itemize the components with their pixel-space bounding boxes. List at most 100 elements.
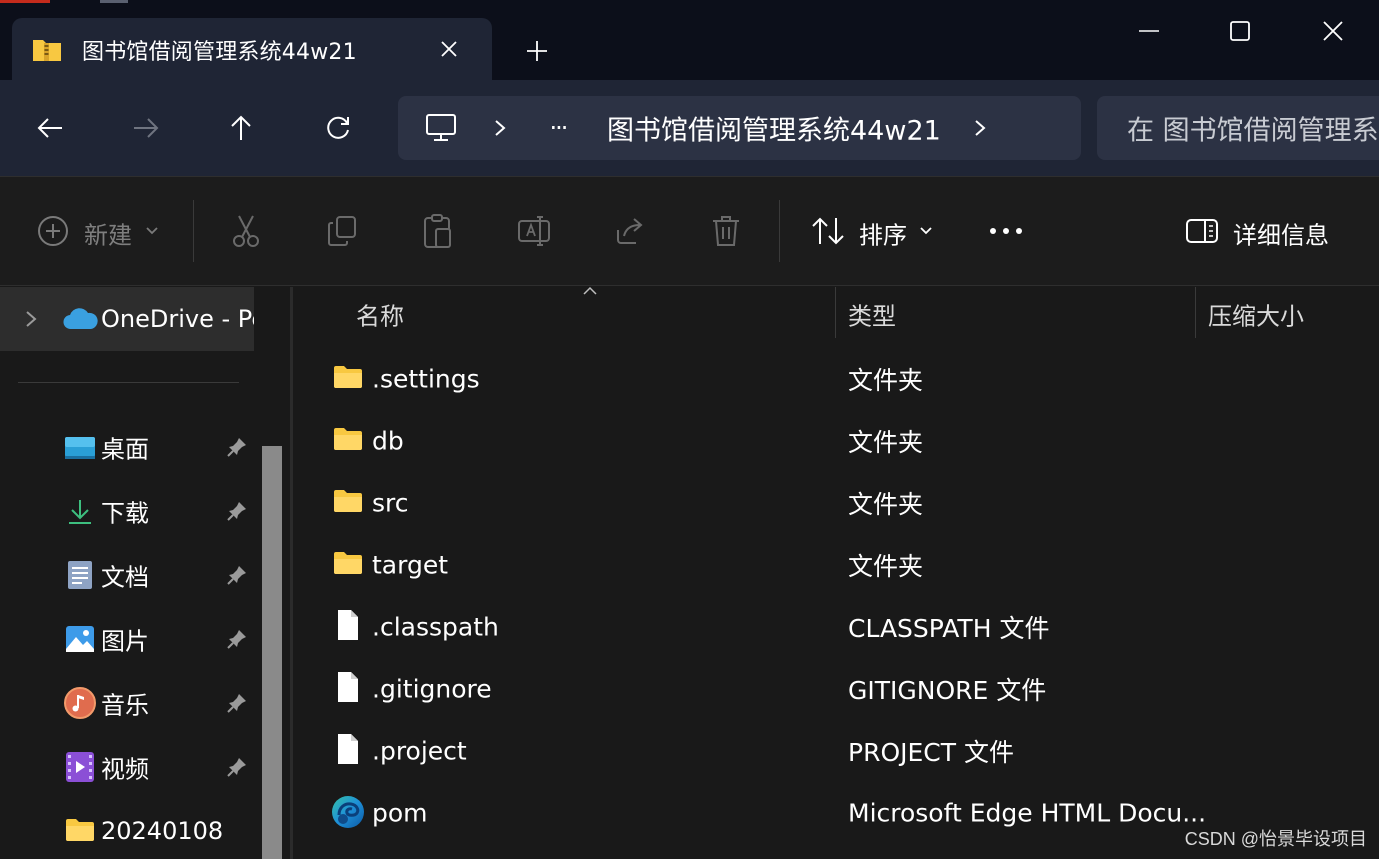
sidebar-item-20240108[interactable]: 20240108 xyxy=(0,800,254,859)
sidebar-item-downloads[interactable]: 下载 xyxy=(0,480,254,542)
copy-button[interactable] xyxy=(320,208,364,254)
sort-label: 排序 xyxy=(859,221,907,250)
up-button[interactable] xyxy=(221,108,261,148)
folder-icon xyxy=(334,428,362,450)
sidebar-item-label: 视频 xyxy=(101,755,149,784)
file-row[interactable] xyxy=(300,410,1379,470)
taskbar-strip xyxy=(100,0,128,3)
pin-icon[interactable] xyxy=(226,564,248,586)
scissors-icon xyxy=(233,215,259,247)
desktop-icon xyxy=(65,437,95,459)
this-pc-button[interactable] xyxy=(420,108,462,148)
sidebar-item-onedrive[interactable]: OneDrive - Personal xyxy=(0,287,254,351)
sort-arrows-icon xyxy=(812,217,844,245)
breadcrumb-overflow-button[interactable]: ··· xyxy=(538,108,578,148)
arrow-left-icon xyxy=(37,118,62,138)
file-name: target xyxy=(372,550,449,580)
file-name: src xyxy=(372,488,409,518)
pin-icon[interactable] xyxy=(226,500,248,522)
sidebar-item-pictures[interactable]: 图片 xyxy=(0,608,254,670)
edge-icon xyxy=(332,796,364,828)
file-name: pom xyxy=(372,798,428,828)
delete-button[interactable] xyxy=(704,208,748,254)
sidebar-item-music[interactable]: 音乐 xyxy=(0,672,254,734)
file-type: 文件夹 xyxy=(848,428,924,457)
back-button[interactable] xyxy=(30,108,70,148)
plus-icon xyxy=(527,41,547,61)
maximize-icon xyxy=(1230,21,1250,41)
sidebar-item-label: 图片 xyxy=(101,627,149,656)
chevron-right-icon xyxy=(975,120,986,136)
file-row[interactable] xyxy=(300,534,1379,594)
column-separator[interactable] xyxy=(1195,287,1196,338)
file-icon xyxy=(338,734,358,764)
close-icon xyxy=(1323,21,1343,41)
file-type: 文件夹 xyxy=(848,490,924,519)
minimize-button[interactable] xyxy=(1128,14,1170,48)
pane-splitter[interactable] xyxy=(290,287,293,859)
sidebar-item-videos[interactable]: 视频 xyxy=(0,736,254,798)
file-type: Microsoft Edge HTML Docu... xyxy=(848,798,1207,828)
cut-button[interactable] xyxy=(224,208,268,254)
folder-icon xyxy=(334,490,362,512)
pin-icon[interactable] xyxy=(226,756,248,778)
pin-icon[interactable] xyxy=(226,628,248,650)
refresh-button[interactable] xyxy=(318,108,358,148)
paste-button[interactable] xyxy=(416,208,460,254)
file-row[interactable] xyxy=(300,472,1379,532)
file-type: GITIGNORE 文件 xyxy=(848,676,1047,705)
pin-icon[interactable] xyxy=(226,436,248,458)
sidebar-item-label: 下载 xyxy=(101,499,149,528)
new-label: 新建 xyxy=(84,221,132,250)
computer-icon xyxy=(426,114,456,141)
breadcrumb-chevron[interactable] xyxy=(488,112,512,144)
forward-button[interactable] xyxy=(126,108,166,148)
share-icon xyxy=(617,218,643,244)
breadcrumb-chevron-end[interactable] xyxy=(968,112,992,144)
chevron-down-icon xyxy=(146,227,158,235)
arrow-up-icon xyxy=(231,115,251,140)
maximize-button[interactable] xyxy=(1220,12,1260,50)
sidebar-scrollbar-thumb[interactable] xyxy=(262,446,282,859)
sidebar-item-label: 20240108 xyxy=(101,817,224,845)
file-name: db xyxy=(372,426,404,456)
share-button[interactable] xyxy=(608,208,652,254)
file-name: .project xyxy=(372,736,467,766)
close-tab-button[interactable] xyxy=(430,32,468,66)
command-divider xyxy=(779,200,780,262)
file-type: 文件夹 xyxy=(848,552,924,581)
new-tab-button[interactable] xyxy=(518,32,556,70)
rename-icon xyxy=(518,216,550,246)
pin-icon[interactable] xyxy=(226,692,248,714)
folder-icon xyxy=(334,552,362,574)
close-window-button[interactable] xyxy=(1312,12,1354,50)
search-placeholder: 在 图书馆借阅管理系统44w21 中搜索 xyxy=(1127,115,1379,147)
file-icon xyxy=(338,610,358,640)
sidebar-item-label: 音乐 xyxy=(101,691,149,720)
file-type: PROJECT 文件 xyxy=(848,738,1014,767)
column-header-type[interactable]: 类型 xyxy=(848,297,896,332)
file-name: .settings xyxy=(372,364,480,394)
chevron-right-icon xyxy=(26,311,37,327)
file-icon xyxy=(338,672,358,702)
sidebar-item-desktop[interactable]: 桌面 xyxy=(0,416,254,478)
refresh-icon xyxy=(327,116,349,139)
details-label: 详细信息 xyxy=(1233,221,1329,250)
chevron-right-icon xyxy=(495,120,506,136)
column-header-name[interactable]: 名称 xyxy=(356,297,404,332)
zip-folder-icon xyxy=(33,40,61,61)
sort-ascending-icon xyxy=(583,286,597,295)
sidebar-item-documents[interactable]: 文档 xyxy=(0,544,254,606)
breadcrumb-current-folder[interactable]: 图书馆借阅管理系统44w21 xyxy=(607,109,941,148)
rename-button[interactable] xyxy=(512,208,556,254)
column-separator[interactable] xyxy=(835,287,836,338)
clipboard-icon xyxy=(424,214,451,248)
tab-title: 图书馆借阅管理系统44w21 xyxy=(82,40,357,65)
column-header-compressed-size[interactable]: 压缩大小 xyxy=(1208,297,1304,332)
command-divider xyxy=(193,200,194,262)
search-input[interactable]: 在 图书馆借阅管理系统44w21 中搜索 xyxy=(1097,96,1379,160)
folder-icon xyxy=(334,366,362,388)
sidebar-divider xyxy=(18,382,239,383)
more-dots-icon xyxy=(990,228,1022,234)
folder-icon xyxy=(66,819,94,841)
